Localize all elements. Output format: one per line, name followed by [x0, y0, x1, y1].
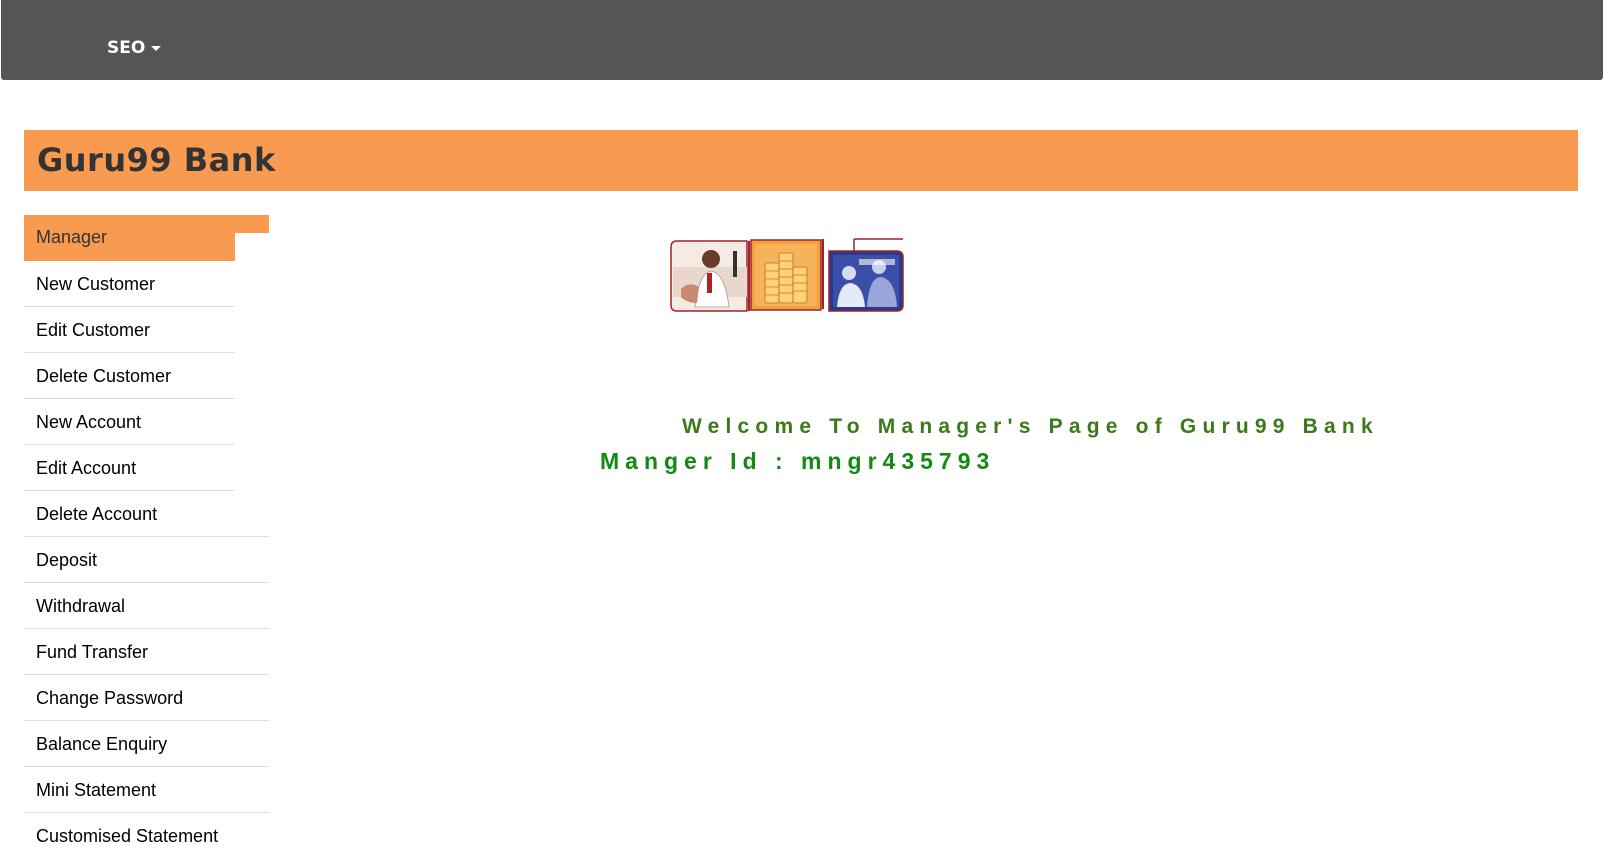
sidebar-item-withdrawal[interactable]: Withdrawal — [24, 583, 269, 629]
sidebar-item-label: Withdrawal — [36, 596, 126, 616]
sidebar-item-deposit[interactable]: Deposit — [24, 537, 269, 583]
sidebar-item-label: Change Password — [36, 688, 184, 708]
customers-image — [828, 238, 904, 312]
sidebar-item-label: Manager — [36, 227, 108, 247]
top-navbar: SEO — [1, 0, 1603, 80]
sidebar-item-label: Mini Statement — [36, 780, 157, 800]
sidebar-item-edit-account[interactable]: Edit Account — [24, 445, 235, 491]
sidebar-item-label: New Account — [36, 412, 142, 432]
sidebar-item-label: Delete Account — [36, 504, 158, 524]
sidebar-list: Manager New Customer Edit Customer Delet… — [24, 215, 269, 852]
seo-dropdown-label: SEO — [107, 38, 146, 58]
sidebar-item-edit-customer[interactable]: Edit Customer — [24, 307, 235, 353]
coin-stacks-image — [748, 239, 824, 311]
sidebar-item-manager[interactable]: Manager — [24, 215, 235, 261]
sidebar-item-label: Fund Transfer — [36, 642, 149, 662]
sidebar-item-change-password[interactable]: Change Password — [24, 675, 269, 721]
sidebar-menu: Manager New Customer Edit Customer Delet… — [24, 215, 269, 852]
sidebar-item-new-customer[interactable]: New Customer — [24, 261, 235, 307]
page-title: Guru99 Bank — [37, 141, 276, 179]
sidebar-item-customised-statement[interactable]: Customised Statement — [24, 813, 269, 852]
sidebar-item-fund-transfer[interactable]: Fund Transfer — [24, 629, 269, 675]
caret-down-icon — [151, 45, 162, 51]
welcome-message: Welcome To Manager's Page of Guru99 Bank — [682, 415, 1379, 438]
bank-banner: Guru99 Bank — [24, 130, 1578, 191]
sidebar-item-label: Edit Account — [36, 458, 137, 478]
sidebar-item-label: Balance Enquiry — [36, 734, 168, 754]
sidebar-item-label: New Customer — [36, 274, 156, 294]
sidebar-item-label: Customised Statement — [36, 826, 219, 846]
sidebar-item-new-account[interactable]: New Account — [24, 399, 235, 445]
seo-dropdown[interactable]: SEO — [107, 38, 162, 58]
sidebar-item-label: Delete Customer — [36, 366, 172, 386]
sidebar-item-balance-enquiry[interactable]: Balance Enquiry — [24, 721, 269, 767]
bank-images-banner — [670, 238, 904, 312]
sidebar-item-delete-account[interactable]: Delete Account — [24, 491, 269, 537]
sidebar-item-label: Edit Customer — [36, 320, 151, 340]
sidebar-item-mini-statement[interactable]: Mini Statement — [24, 767, 269, 813]
sidebar-item-delete-customer[interactable]: Delete Customer — [24, 353, 235, 399]
manager-id-text: Manger Id : mngr435793 — [600, 448, 996, 474]
person-phone-image — [670, 240, 748, 312]
sidebar-item-label: Deposit — [36, 550, 98, 570]
